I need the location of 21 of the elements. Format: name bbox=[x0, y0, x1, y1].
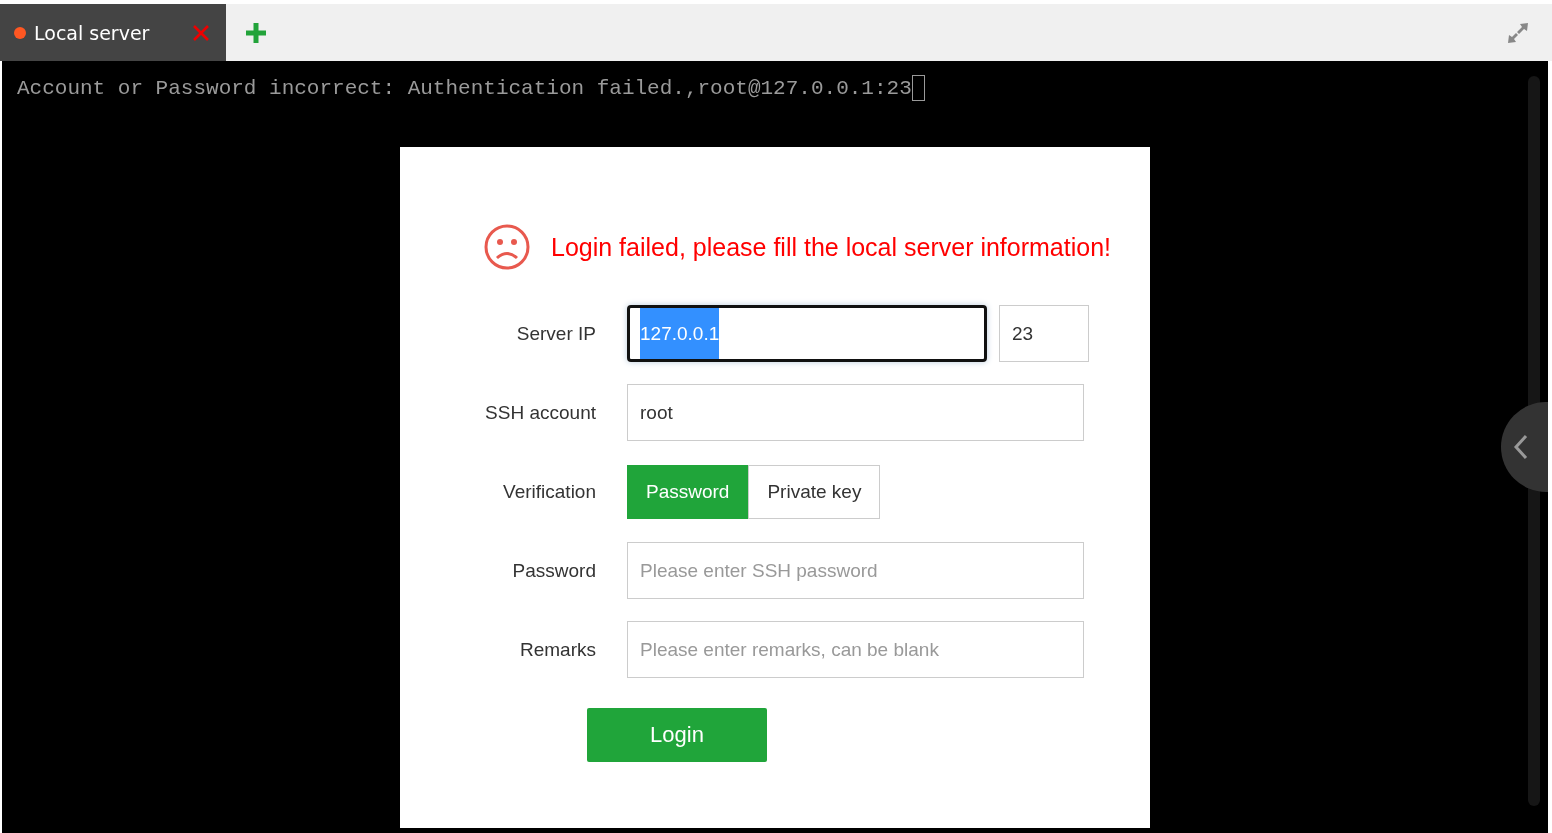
input-field[interactable]: root bbox=[627, 384, 1084, 441]
port-field[interactable]: 23 bbox=[999, 305, 1089, 362]
terminal-tab[interactable]: Local server bbox=[0, 4, 226, 61]
field-label: Password bbox=[511, 559, 596, 582]
error-message: Login failed, please fill the local server information! bbox=[551, 232, 1112, 262]
login-button[interactable]: Login bbox=[587, 708, 767, 762]
fullscreen-icon[interactable] bbox=[1506, 20, 1530, 45]
input-field[interactable]: Please enter remarks, can be blank bbox=[627, 621, 1084, 678]
field-label: Server IP bbox=[515, 322, 596, 345]
sad-face-icon bbox=[483, 223, 531, 271]
option-button[interactable]: Private key bbox=[748, 464, 881, 519]
option-button[interactable]: Password bbox=[627, 464, 749, 519]
field-label: SSH account bbox=[484, 401, 596, 424]
text-cursor bbox=[911, 75, 925, 101]
add-tab-icon[interactable] bbox=[245, 21, 267, 44]
close-icon[interactable] bbox=[192, 23, 210, 42]
field-label: Verification bbox=[502, 480, 596, 503]
input-field[interactable]: Please enter SSH password bbox=[627, 542, 1084, 599]
field-label: Remarks bbox=[519, 638, 596, 661]
terminal-output: Account or Password incorrect: Authentication failed.,root@127.0.0.1:23 bbox=[17, 76, 912, 100]
input-field[interactable]: 127.0.0.1 bbox=[627, 305, 987, 362]
